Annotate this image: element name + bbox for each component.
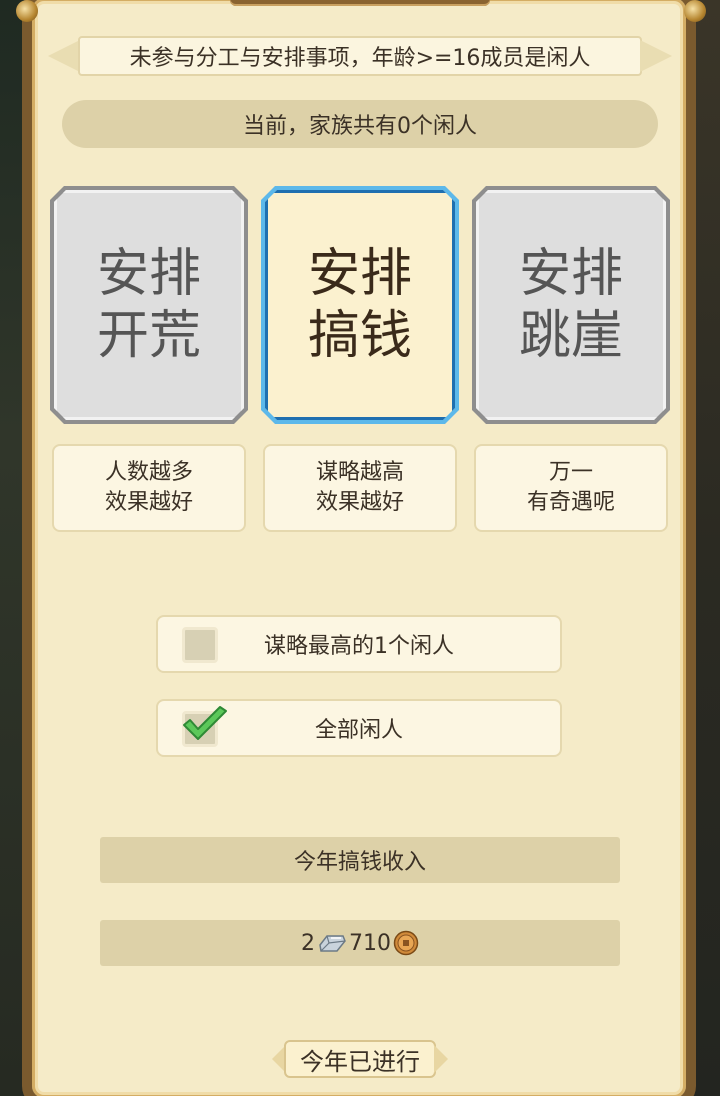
banner-ornament-left (48, 40, 80, 72)
card-title-line2: 开荒 (96, 306, 201, 366)
arrange-cliff-card[interactable]: 安排 跳崖 (472, 186, 670, 424)
income-title-bar: 今年搞钱收入 (100, 837, 620, 883)
option-all-idle[interactable]: 全部闲人 (156, 699, 562, 757)
description-line2: 效果越好 (315, 490, 404, 515)
description-line1: 万一 (548, 460, 593, 485)
card-title-line1: 安排 (307, 244, 412, 304)
year-progress-label: 今年已进行 (272, 1040, 448, 1078)
cliff-description: 万一 有奇遇呢 (474, 444, 668, 532)
checkmark-icon (183, 706, 227, 740)
top-strategist-checkbox[interactable] (182, 627, 218, 663)
option-label: 谋略最高的1个闲人 (264, 634, 454, 659)
description-line2: 有奇遇呢 (526, 490, 615, 515)
idle-rule-banner: 未参与分工与安排事项，年龄>=16成员是闲人 (48, 34, 672, 78)
option-label: 全部闲人 (314, 718, 403, 743)
description-line2: 效果越好 (104, 490, 193, 515)
card-title-line2: 跳崖 (518, 306, 623, 366)
silver-ingot-icon (319, 935, 346, 952)
copper-coin-icon (393, 930, 419, 956)
label-ornament-right (434, 1045, 448, 1073)
arrange-money-card[interactable]: 安排 搞钱 (261, 186, 459, 424)
card-title-line1: 安排 (518, 244, 623, 304)
money-description: 谋略越高 效果越好 (263, 444, 457, 532)
year-progress-text: 今年已进行 (284, 1040, 436, 1078)
card-title-line2: 搞钱 (307, 306, 412, 366)
frame-corner-ornament-right (684, 0, 706, 22)
silver-amount: 2 (301, 930, 315, 956)
description-line1: 人数越多 (104, 460, 193, 485)
banner-ornament-right (640, 40, 672, 72)
idle-rule-text: 未参与分工与安排事项，年龄>=16成员是闲人 (78, 36, 642, 76)
copper-amount: 710 (349, 930, 391, 956)
income-value-bar: 2 710 (100, 920, 620, 966)
idle-count-status: 当前，家族共有0个闲人 (62, 100, 658, 148)
frame-corner-ornament-left (16, 0, 38, 22)
description-line1: 谋略越高 (315, 460, 404, 485)
farming-description: 人数越多 效果越好 (52, 444, 246, 532)
option-top-strategist[interactable]: 谋略最高的1个闲人 (156, 615, 562, 673)
arrange-farming-card[interactable]: 安排 开荒 (50, 186, 248, 424)
dialog-top-tab (230, 0, 490, 6)
card-title-line1: 安排 (96, 244, 201, 304)
income-title: 今年搞钱收入 (293, 850, 426, 875)
